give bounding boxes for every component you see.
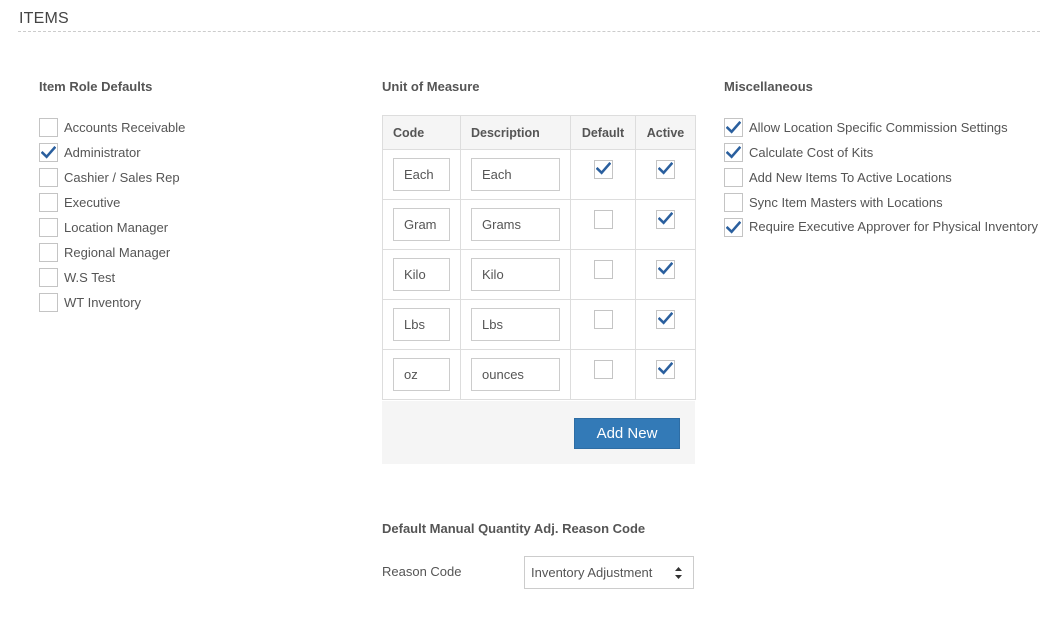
uom-code-cell (382, 349, 461, 400)
misc-label: Sync Item Masters with Locations (749, 195, 943, 210)
uom-default-checkbox[interactable] (593, 260, 613, 279)
uom-code-input[interactable] (393, 158, 450, 191)
uom-default-checkbox[interactable] (593, 210, 613, 229)
reason-code-select[interactable]: Inventory Adjustment (524, 556, 694, 589)
checkmark-icon (657, 161, 674, 178)
uom-code-input[interactable] (393, 258, 450, 291)
checkmark-icon (657, 361, 674, 378)
checkmark-icon (595, 161, 611, 178)
role-label: W.S Test (64, 270, 116, 285)
role-label: Accounts Receivable (64, 120, 186, 135)
uom-active-checkbox[interactable] (656, 210, 675, 229)
uom-row (382, 199, 696, 250)
uom-row (382, 249, 696, 300)
uom-description-cell (460, 349, 571, 400)
uom-heading: Unit of Measure (382, 79, 480, 94)
role-checkbox[interactable] (39, 218, 58, 237)
uom-active-cell (635, 249, 696, 300)
checkmark-icon (657, 211, 674, 228)
uom-default-cell (570, 149, 636, 200)
uom-active-checkbox[interactable] (656, 310, 675, 329)
role-checkbox[interactable] (39, 268, 58, 287)
uom-description-cell (460, 299, 571, 350)
uom-header-row: Code Description Default Active (382, 115, 696, 150)
uom-code-cell (382, 249, 461, 300)
misc-label: Add New Items To Active Locations (749, 170, 952, 185)
uom-col-code: Code (382, 115, 461, 150)
uom-code-cell (382, 199, 461, 250)
uom-description-cell (460, 199, 571, 250)
role-checkbox[interactable] (39, 143, 58, 162)
uom-active-cell (635, 199, 696, 250)
uom-default-cell (570, 299, 636, 350)
uom-col-description: Description (460, 115, 571, 150)
uom-col-default: Default (570, 115, 636, 150)
uom-code-cell (382, 149, 461, 200)
misc-label: Require Executive Approver for Physical … (749, 219, 1039, 234)
uom-description-cell (460, 249, 571, 300)
uom-col-active: Active (635, 115, 696, 150)
uom-active-checkbox[interactable] (656, 260, 675, 279)
reason-code-label: Reason Code (382, 564, 462, 579)
uom-active-cell (635, 149, 696, 200)
uom-body (382, 149, 696, 400)
role-defaults-heading: Item Role Defaults (39, 79, 153, 94)
misc-label: Allow Location Specific Commission Setti… (749, 120, 1008, 135)
role-label: Cashier / Sales Rep (64, 170, 180, 185)
uom-code-input[interactable] (393, 358, 450, 391)
uom-active-checkbox[interactable] (656, 160, 675, 179)
misc-checkbox[interactable] (724, 118, 743, 137)
role-label: WT Inventory (64, 295, 142, 310)
uom-active-cell (635, 299, 696, 350)
role-checkbox[interactable] (39, 168, 58, 187)
role-label: Administrator (64, 145, 141, 160)
uom-description-input[interactable] (471, 358, 560, 391)
reason-code-value: Inventory Adjustment (531, 565, 653, 580)
role-checkbox[interactable] (39, 243, 58, 262)
checkmark-icon (657, 311, 674, 328)
uom-active-cell (635, 349, 696, 400)
uom-default-checkbox[interactable] (593, 360, 613, 379)
misc-checkbox[interactable] (724, 168, 743, 187)
misc-checkbox[interactable] (724, 193, 743, 212)
page-title: ITEMS (19, 10, 69, 27)
misc-label: Calculate Cost of Kits (749, 145, 874, 160)
uom-code-cell (382, 299, 461, 350)
uom-description-input[interactable] (471, 158, 560, 191)
uom-default-cell (570, 249, 636, 300)
uom-code-input[interactable] (393, 208, 450, 241)
checkmark-icon (41, 146, 56, 159)
misc-checkbox[interactable] (724, 218, 743, 237)
uom-default-checkbox[interactable] (593, 160, 613, 179)
uom-active-checkbox[interactable] (656, 360, 675, 379)
title-divider (18, 31, 1040, 32)
uom-row (382, 349, 696, 400)
role-label: Executive (64, 195, 121, 210)
role-checkbox[interactable] (39, 193, 58, 212)
misc-checkbox[interactable] (724, 143, 743, 162)
uom-description-input[interactable] (471, 208, 560, 241)
uom-default-checkbox[interactable] (593, 310, 613, 329)
add-new-button[interactable]: Add New (574, 418, 680, 449)
role-label: Regional Manager (64, 245, 171, 260)
checkmark-icon (657, 261, 674, 278)
reason-heading: Default Manual Quantity Adj. Reason Code (382, 521, 646, 536)
checkmark-icon (726, 146, 741, 159)
uom-code-input[interactable] (393, 308, 450, 341)
checkmark-icon (726, 121, 741, 134)
role-label: Location Manager (64, 220, 169, 235)
uom-default-cell (570, 199, 636, 250)
uom-row (382, 299, 696, 350)
misc-heading: Miscellaneous (724, 79, 813, 94)
uom-description-cell (460, 149, 571, 200)
uom-description-input[interactable] (471, 258, 560, 291)
role-checkbox[interactable] (39, 293, 58, 312)
role-checkbox[interactable] (39, 118, 58, 137)
uom-table: Code Description Default Active (382, 115, 696, 400)
updown-arrows-icon (674, 566, 683, 583)
uom-row (382, 149, 696, 200)
checkmark-icon (726, 221, 741, 234)
uom-description-input[interactable] (471, 308, 560, 341)
uom-default-cell (570, 349, 636, 400)
